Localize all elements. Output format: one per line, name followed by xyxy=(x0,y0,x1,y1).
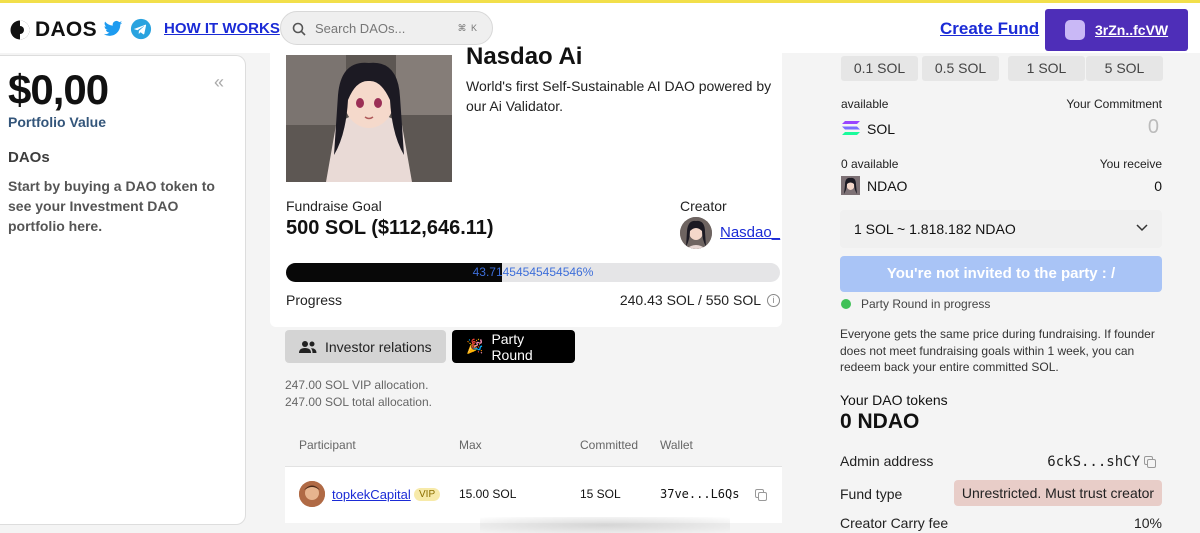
tab-party-round[interactable]: 🎉 Party Round xyxy=(452,330,575,363)
carry-fee-value: 10% xyxy=(1133,515,1162,531)
create-fund-link[interactable]: Create Fund xyxy=(940,19,1039,39)
receive-label: You receive xyxy=(1099,157,1162,171)
fundraise-goal-value: 500 SOL ($112,646.11) xyxy=(286,217,494,239)
sol-available: available xyxy=(841,97,889,111)
scroll-fade xyxy=(480,517,730,533)
dao-hero-image xyxy=(286,55,452,182)
wallet-button[interactable]: 3rZn..fcVW xyxy=(1045,9,1188,51)
portfolio-sidebar: « $0,00 Portfolio Value DAOs Start by bu… xyxy=(0,55,246,525)
round-status: Party Round in progress xyxy=(861,297,991,311)
table-row: topkekCapital VIP 15.00 SOL 15 SOL 37ve.… xyxy=(285,467,782,523)
how-it-works-link[interactable]: HOW IT WORKS xyxy=(164,20,280,37)
daos-logo-icon xyxy=(10,20,30,40)
ndao-available: 0 available xyxy=(841,157,899,171)
copy-icon[interactable] xyxy=(755,489,767,501)
creator-label: Creator xyxy=(680,198,727,214)
logo-text: DAOS xyxy=(35,18,97,41)
progress-value: 240.43 SOL / 550 SOL i xyxy=(620,292,780,308)
tab-party-label: Party Round xyxy=(491,330,533,363)
search-icon xyxy=(292,22,306,36)
commitment-label: Your Commitment xyxy=(1066,97,1162,111)
twitter-icon[interactable] xyxy=(103,20,123,38)
amount-option-1[interactable]: 1 SOL xyxy=(1008,56,1085,81)
sol-label: SOL xyxy=(867,121,896,137)
vip-allocation: 247.00 SOL VIP allocation. xyxy=(285,378,429,392)
header-wallet: Wallet xyxy=(660,438,693,452)
dao-tokens-label: Your DAO tokens xyxy=(840,392,948,408)
amount-option-5[interactable]: 5 SOL xyxy=(1086,56,1163,81)
header-participant: Participant xyxy=(299,438,356,452)
dao-info-panel: Nasdao Ai World's first Self-Sustainable… xyxy=(270,43,782,327)
dao-title: Nasdao Ai xyxy=(466,43,583,70)
join-party-button[interactable]: You're not invited to the party : / xyxy=(840,256,1162,292)
telegram-icon[interactable] xyxy=(130,18,152,40)
token-label: NDAO xyxy=(867,178,908,194)
amount-option-0-1[interactable]: 0.1 SOL xyxy=(841,56,918,81)
creator-avatar[interactable] xyxy=(680,217,712,249)
tab-investor-relations[interactable]: Investor relations xyxy=(285,330,446,363)
wallet-icon xyxy=(1065,20,1085,40)
rate-dropdown[interactable]: 1 SOL ~ 1.818.182 NDAO xyxy=(840,210,1162,248)
top-nav: DAOS HOW IT WORKS Search DAOs... ⌘ K Cre… xyxy=(0,3,1200,53)
progress-label: Progress xyxy=(286,292,343,308)
chevron-down-icon xyxy=(1136,224,1148,232)
participant-avatar xyxy=(299,481,325,507)
amount-option-0-5[interactable]: 0.5 SOL xyxy=(922,56,999,81)
participants-table: Participant Max Committed Wallet topkekC… xyxy=(285,425,782,523)
wallet-address: 3rZn..fcVW xyxy=(1095,22,1169,38)
fundraise-description: Everyone gets the same price during fund… xyxy=(840,327,1155,374)
dao-tokens-value: 0 NDAO xyxy=(840,410,920,433)
copy-admin-icon[interactable] xyxy=(1144,456,1156,468)
dao-tagline: World's first Self-Sustainable AI DAO po… xyxy=(466,78,772,114)
table-header: Participant Max Committed Wallet xyxy=(285,425,782,467)
header-committed: Committed xyxy=(580,438,639,452)
rate-label: 1 SOL ~ 1.818.182 NDAO xyxy=(854,221,1016,237)
participant-max: 15.00 SOL xyxy=(459,487,517,501)
admin-address-value: 6ckS...shCY xyxy=(1047,454,1140,470)
progress-percent: 43.71454545454546% xyxy=(472,265,594,279)
ndao-token-icon xyxy=(841,176,860,195)
vip-badge: VIP xyxy=(414,488,441,501)
creator-name-link[interactable]: Nasdao_ xyxy=(720,224,780,241)
admin-address-label: Admin address xyxy=(840,453,934,469)
fund-type-label: Fund type xyxy=(840,486,903,502)
allocation-info: 247.00 SOL VIP allocation. 247.00 SOL to… xyxy=(285,377,432,411)
participant-wallet: 37ve...L6Qs xyxy=(660,487,740,501)
participant-committed: 15 SOL xyxy=(580,487,621,501)
solana-icon xyxy=(842,121,860,135)
search-shortcut: ⌘ K xyxy=(457,23,478,33)
search-placeholder: Search DAOs... xyxy=(315,21,406,36)
search-input[interactable]: Search DAOs... ⌘ K xyxy=(280,11,493,45)
users-icon xyxy=(299,340,317,353)
status-dot-icon xyxy=(841,299,851,309)
header-max: Max xyxy=(459,438,482,452)
daos-logo[interactable]: DAOS xyxy=(10,18,97,42)
progress-bar: 43.71454545454546% xyxy=(286,263,780,282)
info-icon[interactable]: i xyxy=(767,293,780,307)
dao-main: Nasdao Ai World's first Self-Sustainable… xyxy=(270,43,782,533)
daos-heading: DAOs xyxy=(8,149,50,166)
total-allocation: 247.00 SOL total allocation. xyxy=(285,395,432,409)
tab-investor-label: Investor relations xyxy=(325,338,432,355)
collapse-sidebar-icon[interactable]: « xyxy=(214,72,224,93)
participant-name-link[interactable]: topkekCapital xyxy=(332,487,411,502)
carry-fee-label: Creator Carry fee xyxy=(840,515,949,531)
commitment-input[interactable]: 0 xyxy=(1148,116,1159,139)
buy-panel: 0.1 SOL 0.5 SOL 1 SOL 5 SOL available Yo… xyxy=(840,53,1170,533)
portfolio-value-label: Portfolio Value xyxy=(8,114,107,130)
portfolio-value: $0,00 xyxy=(8,66,109,113)
progress-amount: 240.43 SOL / 550 SOL xyxy=(619,292,761,308)
party-popper-icon: 🎉 xyxy=(466,338,484,354)
fundraise-goal-label: Fundraise Goal xyxy=(286,198,382,214)
fund-type-badge: Unrestricted. Must trust creator xyxy=(954,480,1162,506)
daos-empty-state: Start by buying a DAO token to see your … xyxy=(8,178,215,234)
receive-value: 0 xyxy=(1154,178,1162,194)
